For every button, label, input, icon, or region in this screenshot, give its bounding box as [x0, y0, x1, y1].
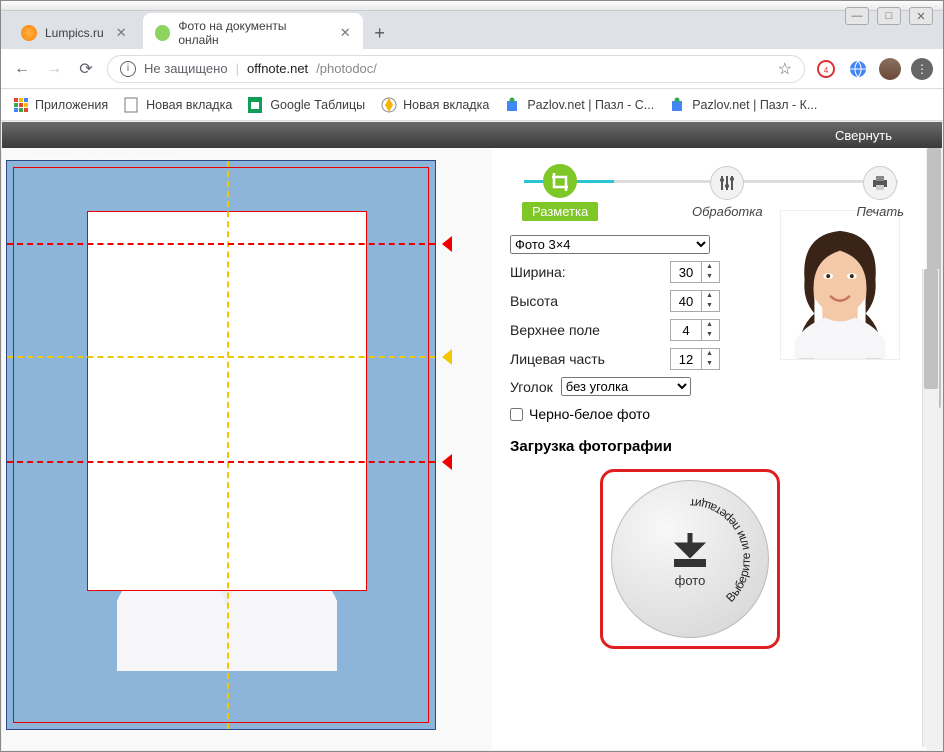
bookmark-item[interactable]: Pazlov.net | Пазл - С... — [505, 97, 654, 113]
svg-text:4: 4 — [824, 66, 829, 75]
forward-button[interactable]: → — [43, 58, 65, 80]
bookmark-item[interactable]: Pazlov.net | Пазл - К... — [670, 97, 817, 113]
apps-icon — [13, 97, 29, 113]
center-vertical-guide — [227, 161, 229, 729]
puzzle-icon — [670, 97, 686, 113]
security-label: Не защищено — [144, 61, 228, 76]
browser-window: — □ ✕ Lumpics.ru ✕ Фото на документы онл… — [0, 0, 944, 752]
guide-marker-icon[interactable] — [442, 349, 452, 365]
eye-guide-line[interactable] — [7, 356, 435, 358]
sliders-icon — [710, 166, 744, 200]
settings-pane: Разметка Обработка Печать — [492, 148, 942, 750]
page-icon — [124, 97, 140, 113]
tab-photodoc[interactable]: Фото на документы онлайн ✕ — [143, 13, 363, 53]
corner-select[interactable]: без уголка — [561, 377, 691, 396]
bookmark-item[interactable]: Новая вкладка — [124, 97, 232, 113]
close-button[interactable]: ✕ — [909, 7, 933, 25]
step-markup[interactable]: Разметка — [522, 164, 598, 221]
back-button[interactable]: ← — [11, 58, 33, 80]
menu-button[interactable]: ⋮ — [911, 58, 933, 80]
bookmark-label: Pazlov.net | Пазл - С... — [527, 98, 654, 112]
extension-globe-icon[interactable] — [847, 58, 869, 80]
maximize-button[interactable]: □ — [877, 7, 901, 25]
page-content: Свернуть Фото на документы — [2, 122, 942, 750]
format-form: Фото 3×4 Ширина: ▲▼ Высота ▲▼ Верхнее по… — [510, 235, 720, 649]
chin-guide-line[interactable] — [7, 461, 435, 463]
photo-preview — [780, 210, 900, 360]
photo-canvas[interactable] — [6, 160, 436, 730]
bookmark-item[interactable]: Новая вкладка — [381, 97, 489, 113]
bookmark-label: Google Таблицы — [270, 98, 365, 112]
face-label: Лицевая часть — [510, 351, 605, 367]
bookmark-star-icon[interactable]: ☆ — [778, 59, 792, 79]
puzzle-icon — [505, 97, 521, 113]
photo-canvas-pane — [2, 148, 492, 750]
url-host: offnote.net — [247, 61, 308, 76]
url-path: /photodoc/ — [316, 61, 377, 76]
height-input[interactable]: ▲▼ — [670, 290, 720, 312]
top-margin-label: Верхнее поле — [510, 322, 600, 338]
page-topbar: Свернуть — [2, 122, 942, 148]
window-controls: — □ ✕ — [845, 7, 933, 25]
omnibox[interactable]: i Не защищено | offnote.net/photodoc/ ☆ — [107, 55, 805, 83]
collapse-link[interactable]: Свернуть — [835, 128, 892, 143]
tab-title: Фото на документы онлайн — [178, 19, 327, 47]
tab-close-icon[interactable]: ✕ — [336, 25, 351, 41]
bw-label: Черно-белое фото — [529, 406, 650, 422]
svg-text:Выберите или перетащите сюда: Выберите или перетащите сюда — [615, 484, 753, 605]
page-scrollbar[interactable] — [922, 269, 939, 747]
top-guide-line[interactable] — [7, 243, 435, 245]
printer-icon — [863, 166, 897, 200]
upload-heading: Загрузка фотографии — [510, 438, 720, 455]
step-print[interactable]: Печать — [856, 166, 904, 219]
tab-lumpics[interactable]: Lumpics.ru ✕ — [9, 19, 139, 47]
sheets-icon — [248, 97, 264, 113]
tab-strip: Lumpics.ru ✕ Фото на документы онлайн ✕ … — [1, 11, 943, 49]
face-input[interactable]: ▲▼ — [670, 348, 720, 370]
format-select[interactable]: Фото 3×4 — [510, 235, 710, 254]
step-label: Разметка — [522, 202, 598, 221]
step-label: Печать — [856, 204, 904, 219]
bookmarks-bar: Приложения Новая вкладка Google Таблицы … — [1, 89, 943, 121]
upload-button[interactable]: Выберите или перетащите сюда фото — [611, 480, 769, 638]
profile-avatar[interactable] — [879, 58, 901, 80]
bookmark-label: Новая вкладка — [403, 98, 489, 112]
apps-shortcut[interactable]: Приложения — [13, 97, 108, 113]
width-label: Ширина: — [510, 264, 566, 280]
bookmark-item[interactable]: Google Таблицы — [248, 97, 365, 113]
bw-checkbox[interactable] — [510, 408, 523, 421]
bookmark-label: Pazlov.net | Пазл - К... — [692, 98, 817, 112]
tab-close-icon[interactable]: ✕ — [112, 25, 127, 41]
reload-button[interactable]: ⟳ — [75, 58, 97, 80]
guide-marker-icon[interactable] — [442, 454, 452, 470]
bookmark-label: Приложения — [35, 98, 108, 112]
favicon-icon — [155, 25, 171, 41]
width-input[interactable]: ▲▼ — [670, 261, 720, 283]
bookmark-label: Новая вкладка — [146, 98, 232, 112]
site-info-icon[interactable]: i — [120, 61, 136, 77]
address-bar: ← → ⟳ i Не защищено | offnote.net/photod… — [1, 49, 943, 89]
new-tab-button[interactable]: + — [367, 20, 393, 46]
height-label: Высота — [510, 293, 558, 309]
extension-adblock-icon[interactable]: 4 — [815, 58, 837, 80]
upload-curve-text: Выберите или перетащите сюда — [615, 484, 765, 634]
picasa-icon — [381, 97, 397, 113]
tab-title: Lumpics.ru — [45, 26, 104, 40]
minimize-button[interactable]: — — [845, 7, 869, 25]
corner-label: Уголок — [510, 379, 553, 395]
step-label: Обработка — [692, 204, 763, 219]
step-processing[interactable]: Обработка — [692, 166, 763, 219]
titlebar — [1, 1, 943, 11]
favicon-icon — [21, 25, 37, 41]
guide-marker-icon[interactable] — [442, 236, 452, 252]
upload-highlight: Выберите или перетащите сюда фото — [600, 469, 780, 649]
crop-icon — [543, 164, 577, 198]
top-margin-input[interactable]: ▲▼ — [670, 319, 720, 341]
